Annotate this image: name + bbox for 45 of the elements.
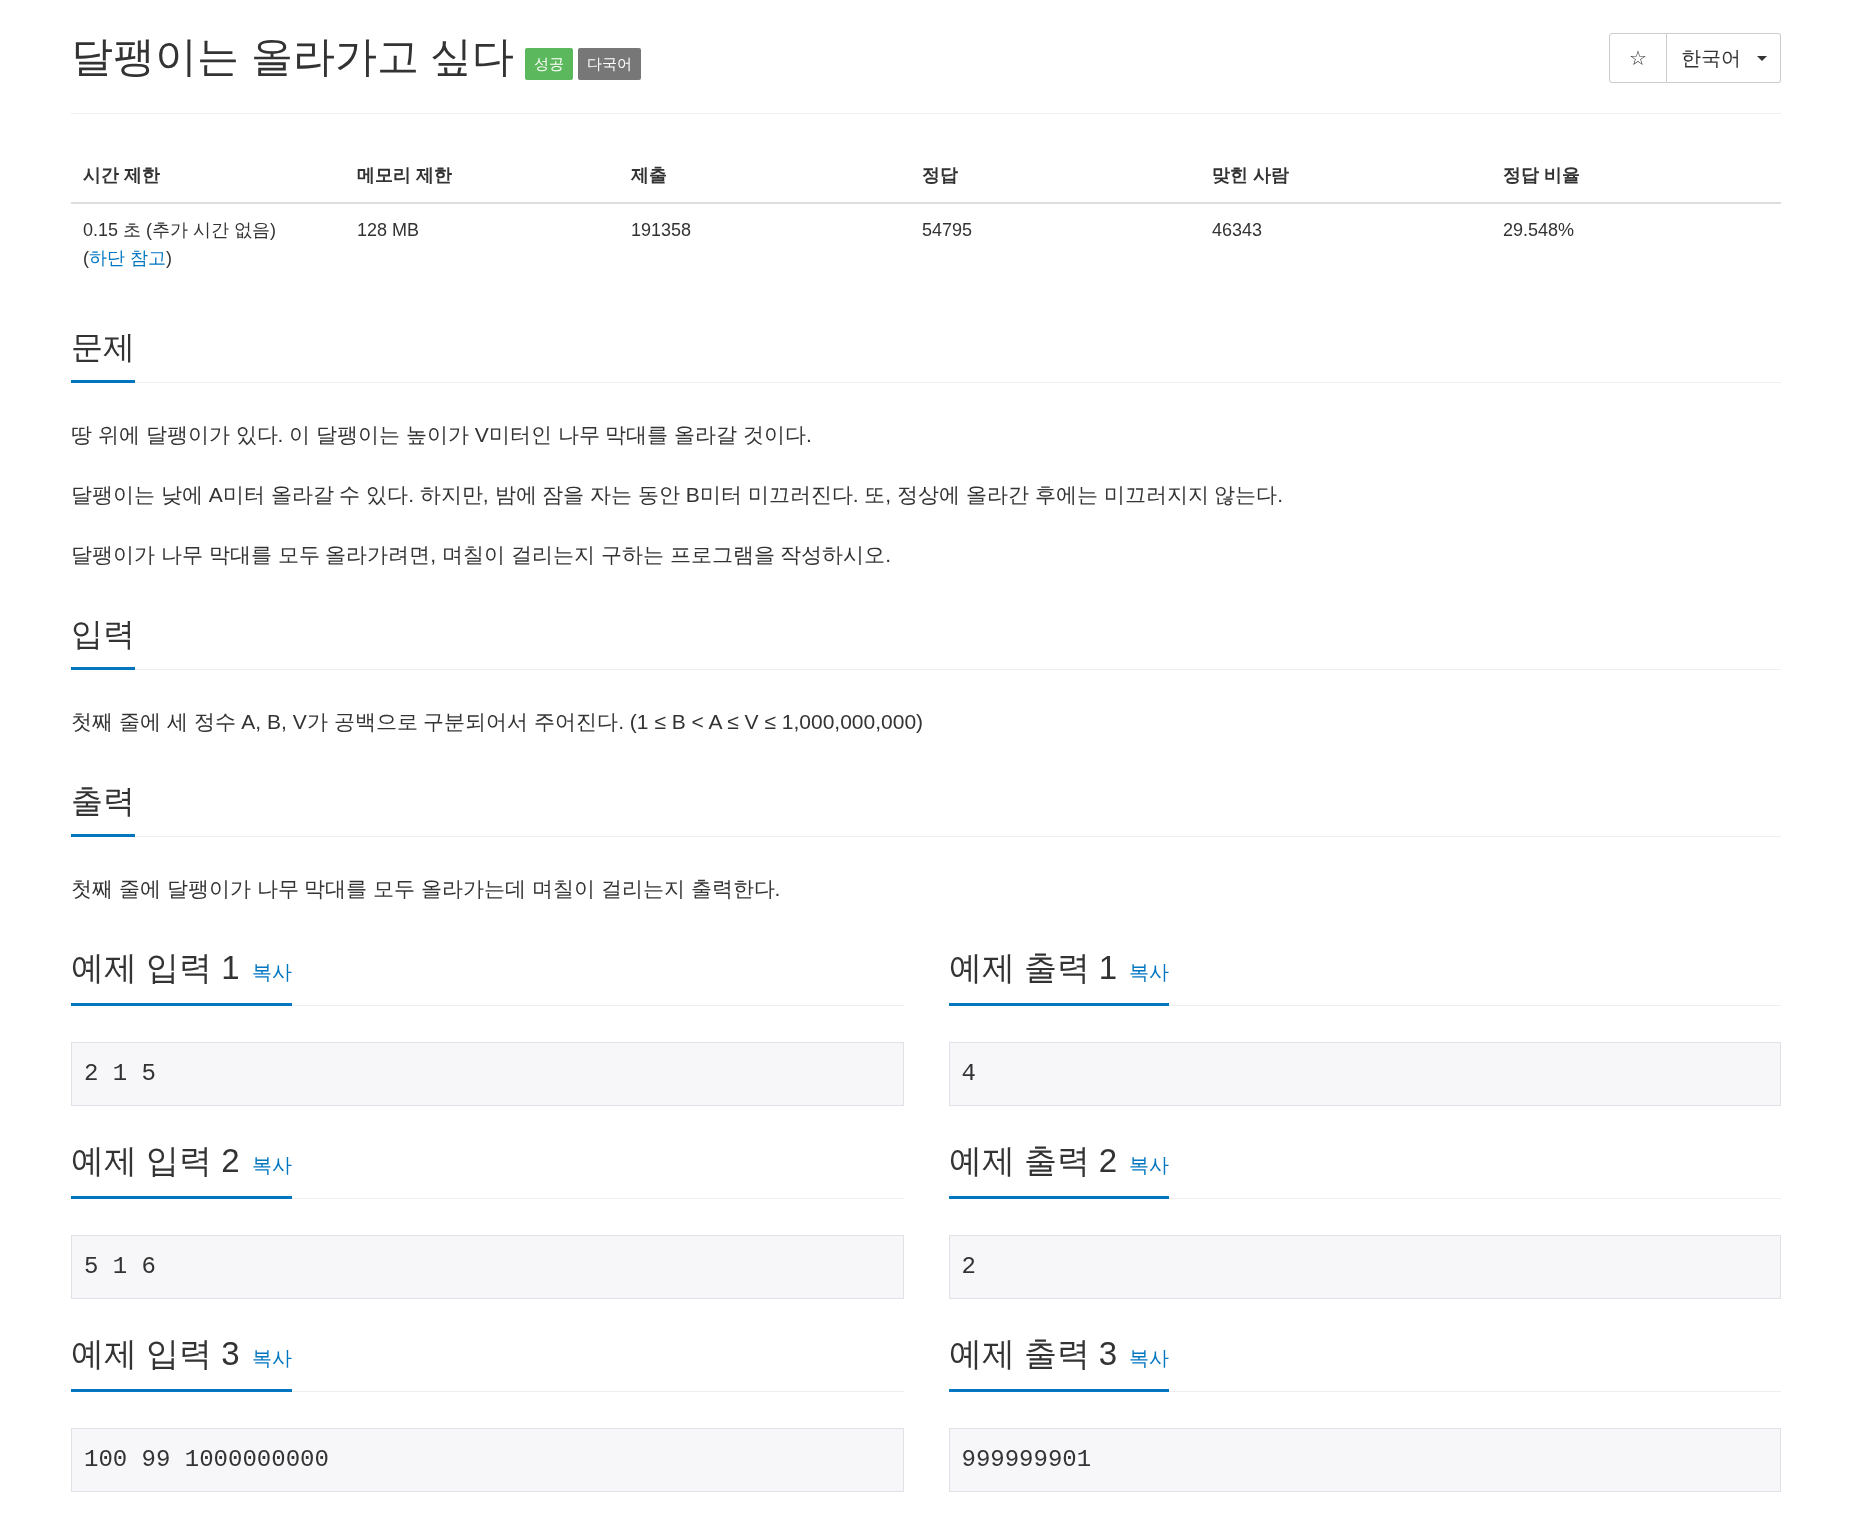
paragraph: 첫째 줄에 달팽이가 나무 막대를 모두 올라가는데 며칠이 걸리는지 출력한다. <box>71 876 782 902</box>
section-heading: 문제 <box>71 324 135 383</box>
sample-title: 예제 출력 1 <box>948 948 1118 988</box>
section-heading: 입력 <box>71 611 135 670</box>
paragraph: 달팽이가 나무 막대를 모두 올라가려면, 며칠이 걸리는지 구하는 프로그램을 작성하시오. <box>71 542 893 568</box>
column-header: 맞힌 사람 <box>1200 148 1491 203</box>
paragraph: 달팽이는 낮에 A미터 올라갈 수 있다. 하지만, 밤에 잠을 자는 동안 B미터 미끄러진다. 또, 정상에 올라간 후에는 미끄러지지 않는다. <box>71 482 1285 508</box>
sample-title: 예제 출력 3 <box>948 1334 1118 1374</box>
copy-link[interactable]: 복사 <box>251 949 292 995</box>
section-heading: 출력 <box>71 778 135 837</box>
code-block: 5 1 6 <box>71 1235 904 1299</box>
table-cell: 54795 <box>910 203 1200 284</box>
copy-link[interactable]: 복사 <box>251 1142 292 1188</box>
note-link[interactable]: 하단 참고 <box>89 248 166 268</box>
column-header: 제출 <box>619 148 910 203</box>
paragraph: 첫째 줄에 세 정수 A, B, V가 공백으로 구분되어서 주어진다. (1 ≤ B < A ≤ V ≤ 1,000,000,000) <box>71 709 925 735</box>
sample-title: 예제 입력 2 <box>71 1141 240 1181</box>
code-block: 2 <box>948 1235 1781 1299</box>
copy-link[interactable]: 복사 <box>1129 1142 1170 1188</box>
sample-title: 예제 입력 1 <box>71 948 240 988</box>
status-label: 다국어 <box>578 48 642 80</box>
table-cell: 29.548% <box>1491 203 1781 284</box>
table-cell: 0.15 초 (추가 시간 없음) (하단 참고) <box>71 203 345 284</box>
language-dropdown[interactable]: 한국어 <box>1667 33 1781 83</box>
code-block: 999999901 <box>948 1428 1781 1492</box>
table-cell: 191358 <box>619 203 910 284</box>
table-cell: 46343 <box>1200 203 1491 284</box>
table-cell: 128 MB <box>345 203 619 284</box>
page-title: 달팽이는 올라가고 싶다 <box>71 32 515 82</box>
column-header: 정답 <box>910 148 1200 203</box>
copy-link[interactable]: 복사 <box>251 1335 292 1381</box>
column-header: 메모리 제한 <box>345 148 619 203</box>
column-header: 시간 제한 <box>71 148 345 203</box>
status-label: 성공 <box>525 48 574 80</box>
paragraph: 땅 위에 달팽이가 있다. 이 달팽이는 높이가 V미터인 나무 막대를 올라갈 것이다. <box>71 422 813 448</box>
caret-icon <box>1756 55 1767 61</box>
sample-title: 예제 입력 3 <box>71 1334 240 1374</box>
code-block: 2 1 5 <box>71 1042 904 1106</box>
copy-link[interactable]: 복사 <box>1129 949 1170 995</box>
sample-title: 예제 출력 2 <box>948 1141 1118 1181</box>
column-header: 정답 비율 <box>1491 148 1781 203</box>
star-button[interactable]: ☆ <box>1609 33 1667 83</box>
code-block: 100 99 1000000000 <box>71 1428 904 1492</box>
copy-link[interactable]: 복사 <box>1129 1335 1170 1381</box>
code-block: 4 <box>948 1042 1781 1106</box>
